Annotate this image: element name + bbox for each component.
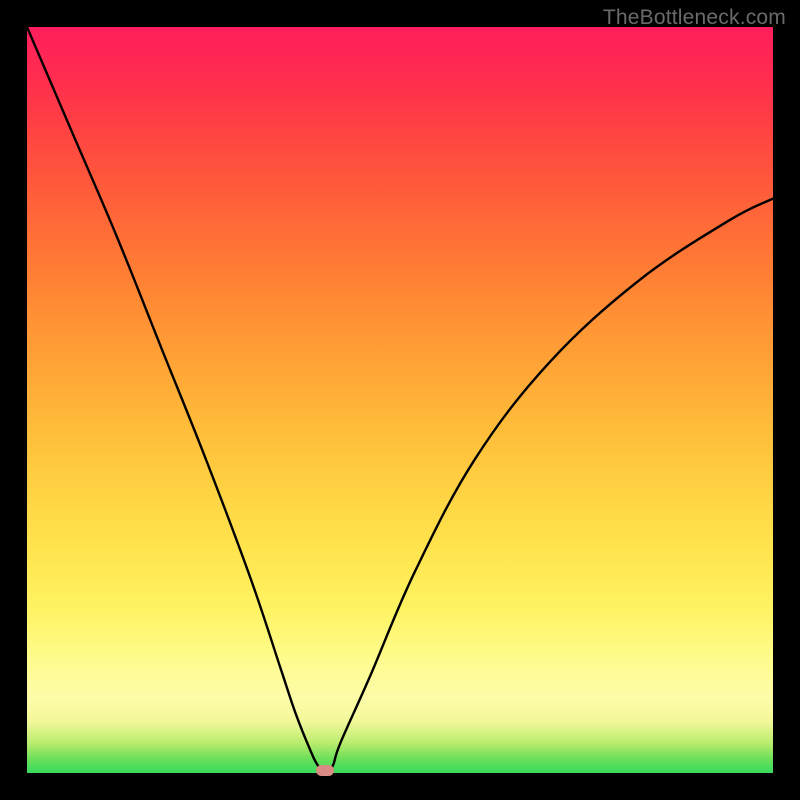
plot-area [27,27,773,773]
curve-path [27,27,773,773]
bottleneck-curve [27,27,773,773]
chart-frame: TheBottleneck.com [0,0,800,800]
min-marker [316,765,334,776]
